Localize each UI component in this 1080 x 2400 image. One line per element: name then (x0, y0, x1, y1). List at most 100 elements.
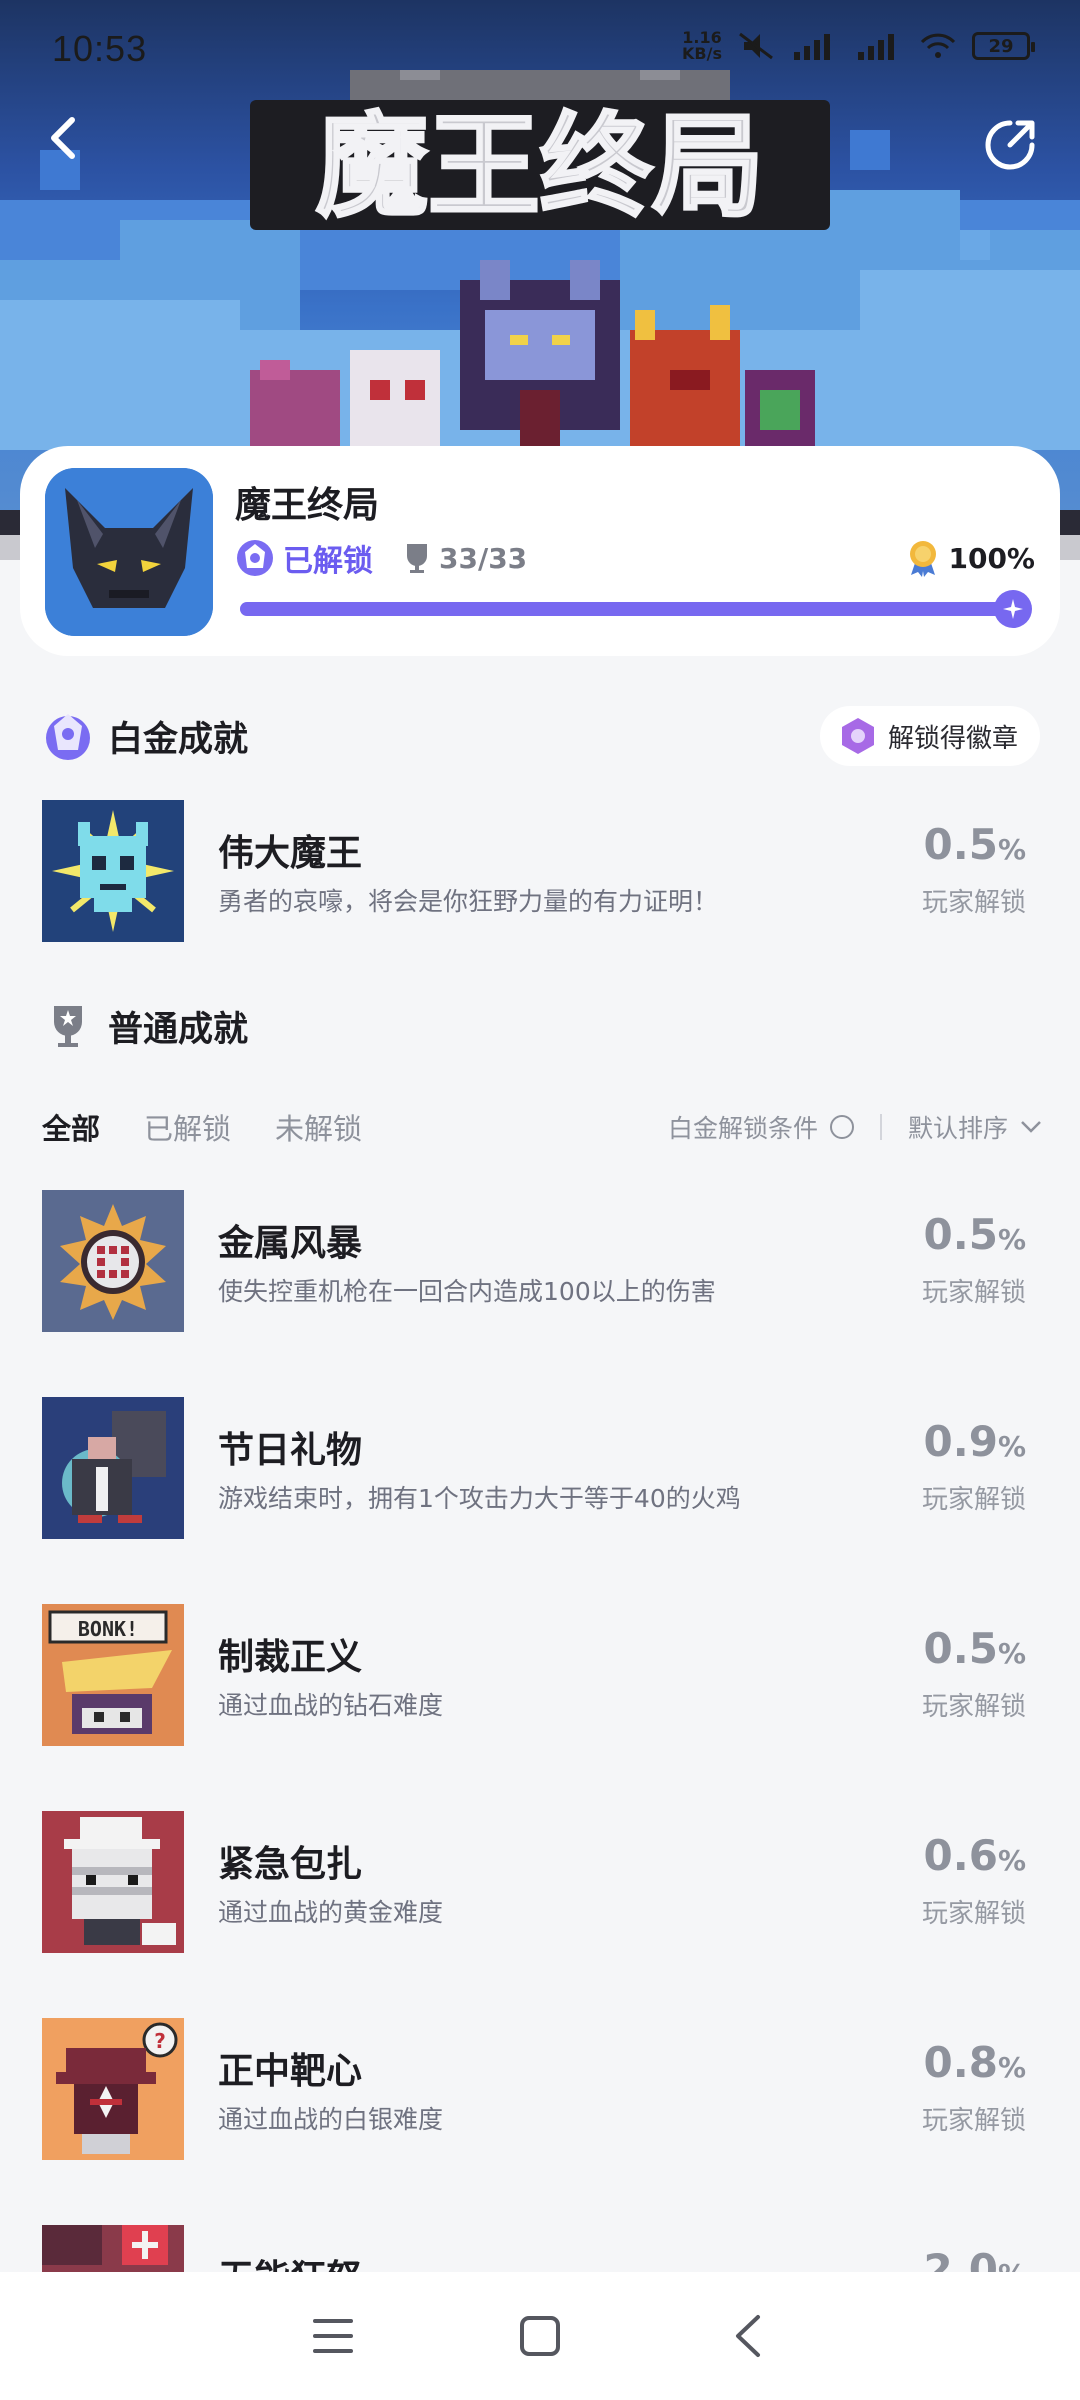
achievement-percent: 0.5% (924, 820, 1026, 869)
achievement-thumbnail (42, 1397, 184, 1539)
battery-indicator: 29 (972, 32, 1035, 60)
platinum-section-header: 白金成就 (42, 710, 248, 762)
trophy-icon (54, 1006, 82, 1047)
recent-apps-button[interactable] (303, 2306, 363, 2366)
achievement-percent-unit: % (997, 1844, 1026, 1877)
achievement-percent-label: 玩家解锁 (921, 888, 1026, 918)
unlock-badge-button[interactable]: 解锁得徽章 (819, 706, 1040, 766)
normal-section-header: 普通成就 (42, 1000, 248, 1052)
status-time: 10:53 (52, 28, 148, 69)
share-button[interactable] (980, 115, 1040, 175)
completion-percent: 100% (906, 539, 1035, 577)
platinum-heading: 白金成就 (108, 719, 249, 760)
mute-icon (739, 32, 773, 60)
achievement-percent: 0.5% (924, 1624, 1026, 1673)
achievement-percent-unit: % (997, 833, 1026, 866)
unlock-status-row: 已解锁 33/33 100% (235, 536, 1035, 580)
achievement-item[interactable]: ? 正中靶心 通过血战的白银难度 0.8% 玩家解锁 (42, 2018, 1042, 2160)
achievement-percent-value: 0.9 (923, 1417, 998, 1466)
achievement-description: 游戏结束时，拥有1个攻击力大于等于40的火鸡 (218, 1484, 741, 1513)
achievement-item[interactable]: 紧急包扎 通过血战的黄金难度 0.6% 玩家解锁 (42, 1811, 1042, 1953)
game-icon (45, 468, 213, 636)
system-nav-bar (0, 2272, 1080, 2400)
platinum-condition-filter[interactable]: 白金解锁条件 默认排序 (668, 1109, 1042, 1145)
status-bar: 10:53 1.16 KB/s 29 (0, 0, 1080, 90)
achievement-description: 通过血战的白银难度 (218, 2105, 444, 2134)
medal-icon (910, 541, 937, 577)
achievement-percent-value: 0.5 (923, 820, 998, 869)
title-art-text: 魔王终局 (316, 102, 764, 232)
trophy-count-value: 33/33 (439, 541, 528, 575)
platinum-condition-radio[interactable] (829, 1115, 854, 1139)
achievement-item[interactable]: 金属风暴 使失控重机枪在一回合内造成100以上的伤害 0.5% 玩家解锁 (42, 1190, 1042, 1332)
progress-bar (240, 590, 1032, 628)
achievement-percent-value: 0.8 (923, 2038, 998, 2087)
wifi-icon (920, 33, 956, 58)
achievement-percent-value: 0.5 (923, 1210, 998, 1259)
achievement-name: 正中靶心 (218, 2051, 363, 2092)
trophy-count: 33/33 (403, 542, 527, 575)
achievement-thumbnail: ? (42, 2018, 184, 2160)
system-back-button[interactable] (717, 2306, 777, 2366)
net-speed-unit: KB/s (682, 44, 722, 63)
achievement-description: 使失控重机枪在一回合内造成100以上的伤害 (218, 1277, 716, 1306)
sort-label[interactable]: 默认排序 (908, 1109, 1008, 1145)
home-icon (519, 2316, 560, 2356)
achievement-percent-label: 玩家解锁 (921, 2106, 1026, 2136)
normal-heading: 普通成就 (108, 1009, 249, 1050)
filter-divider (879, 1114, 882, 1140)
achievement-percent: 0.6% (924, 1831, 1026, 1880)
menu-icon (313, 2319, 354, 2353)
achievement-percent-label: 玩家解锁 (921, 1485, 1026, 1515)
achievement-description: 通过血战的钻石难度 (218, 1691, 444, 1720)
game-title-art: 魔王终局 (250, 70, 830, 234)
achievement-percent-value: 0.5 (923, 1624, 998, 1673)
achievement-item[interactable]: 节日礼物 游戏结束时，拥有1个攻击力大于等于40的火鸡 0.9% 玩家解锁 (42, 1397, 1042, 1539)
completion-percent-value: 100% (948, 541, 1035, 575)
achievement-name: 伟大魔王 (218, 833, 363, 874)
achievement-name: 金属风暴 (218, 1223, 363, 1264)
achievement-percent: 0.8% (924, 2038, 1026, 2087)
unlocked-badge: 已解锁 (235, 536, 373, 580)
net-speed: 1.16 KB/s (682, 30, 722, 62)
nav-back-icon (735, 2315, 760, 2357)
progress-knob (994, 590, 1032, 628)
back-icon (51, 117, 75, 159)
badge-icon (841, 718, 874, 754)
signal-icon-2 (858, 34, 894, 60)
trophy-icon (407, 544, 427, 573)
platinum-trophy-icon (237, 540, 273, 576)
thumbnail-pixel-text: BONK! (78, 1617, 138, 1641)
tab-all[interactable]: 全部 (42, 1106, 100, 1148)
achievement-percent-unit: % (997, 1430, 1026, 1463)
share-icon (985, 120, 1035, 170)
platinum-trophy-icon (46, 714, 90, 760)
back-button[interactable] (38, 110, 94, 166)
game-title: 魔王终局 (235, 485, 380, 526)
unlocked-label: 已解锁 (283, 544, 373, 579)
achievement-name: 制裁正义 (218, 1637, 363, 1678)
thumbnail-pixel-text: ? (154, 2029, 166, 2053)
platinum-condition-label: 白金解锁条件 (667, 1114, 818, 1143)
achievement-item[interactable]: BONK! 制裁正义 通过血战的钻石难度 0.5% 玩家解锁 (42, 1604, 1042, 1746)
progress-fill (240, 590, 1032, 628)
achievement-tabs: 全部 已解锁 未解锁 白金解锁条件 默认排序 (42, 1102, 1042, 1152)
unlock-badge-label: 解锁得徽章 (887, 723, 1018, 754)
achievement-description: 通过血战的黄金难度 (218, 1898, 444, 1927)
achievement-thumbnail: BONK! (42, 1604, 184, 1746)
achievement-percent-label: 玩家解锁 (921, 1278, 1026, 1308)
status-icons: 1.16 KB/s 29 (682, 30, 1035, 62)
home-button[interactable] (510, 2306, 570, 2366)
achievement-percent-unit: % (997, 1223, 1026, 1256)
achievement-percent-label: 玩家解锁 (921, 1899, 1026, 1929)
achievement-description: 勇者的哀嚎，将会是你狂野力量的有力证明！ (218, 887, 719, 916)
platinum-achievement-item[interactable]: 伟大魔王 勇者的哀嚎，将会是你狂野力量的有力证明！ 0.5% 玩家解锁 (42, 800, 1042, 942)
signal-icon-1 (794, 34, 830, 60)
achievement-name: 紧急包扎 (218, 1844, 363, 1885)
achievement-percent: 0.5% (924, 1210, 1026, 1259)
achievement-percent-label: 玩家解锁 (921, 1692, 1026, 1722)
tab-locked[interactable]: 未解锁 (275, 1106, 362, 1148)
achievement-thumbnail (42, 1811, 184, 1953)
tab-unlocked[interactable]: 已解锁 (144, 1106, 231, 1148)
achievement-percent-value: 0.6 (923, 1831, 998, 1880)
